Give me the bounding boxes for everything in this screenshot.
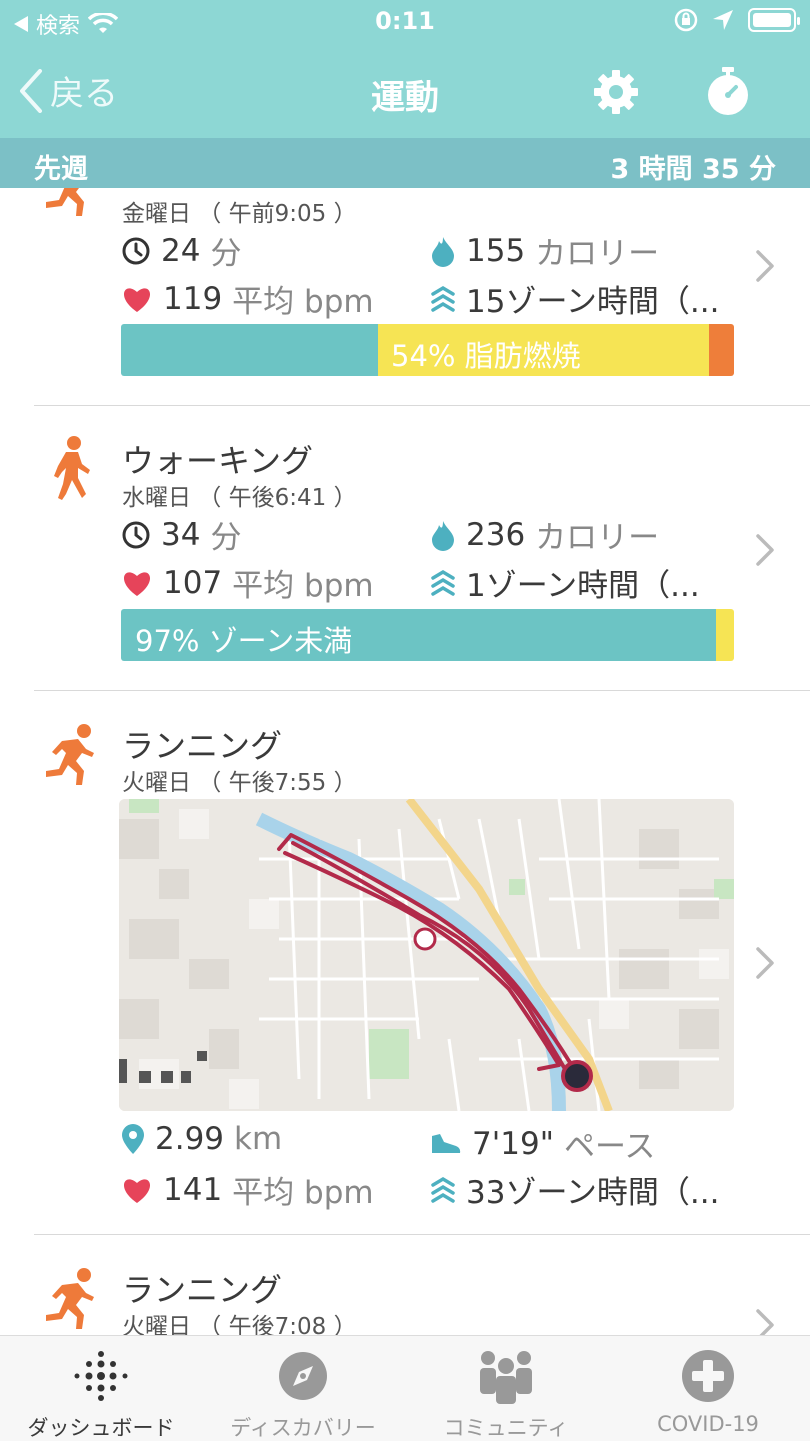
zone-minutes-value: 1ゾーン時間（... <box>466 568 700 604</box>
zone-minutes-stat: 33ゾーン時間（... <box>430 1167 719 1212</box>
plus-icon <box>682 1350 734 1402</box>
walking-icon <box>54 436 90 500</box>
zone-chevrons-icon <box>431 1176 455 1203</box>
heart-rate-value: 141 <box>163 1171 223 1208</box>
week-label: 先週 <box>34 154 88 185</box>
zone-bar-label: 54% 脂肪燃焼 <box>391 339 581 373</box>
chevron-right-icon[interactable] <box>754 945 776 981</box>
dots-icon <box>74 1351 128 1401</box>
pace-stat: 7'19" ペース <box>430 1121 655 1166</box>
nav-bar: 戻る 運動 <box>0 44 810 138</box>
tab-bar: ダッシュボード ディスカバリー コミュニティ COVID-19 <box>0 1335 810 1441</box>
activity-card[interactable]: ウォーキング 水曜日 （ 午後6:41 ） 34 分 236 カロリー 107 … <box>0 406 810 690</box>
activity-card[interactable]: 金曜日 （ 午前9:05 ） 24 分 155 カロリー 119 平均 bpm … <box>0 188 810 406</box>
week-summary-bar: 先週 3 時間 35 分 <box>0 138 810 188</box>
orientation-lock-icon <box>674 8 698 32</box>
activity-name: ウォーキング <box>122 442 314 480</box>
battery-icon <box>748 8 800 32</box>
calories-value: 236 <box>466 516 526 553</box>
flame-icon <box>432 236 454 267</box>
zone-minutes-value: 15ゾーン時間（... <box>466 284 720 320</box>
map-canvas <box>119 799 734 1111</box>
calories-stat: 236 カロリー <box>430 512 659 557</box>
flame-icon <box>432 520 454 551</box>
zone-segment-cardio <box>709 324 734 376</box>
activity-date: 火曜日 （ 午後7:08 ） <box>122 1314 357 1335</box>
tab-label: COVID-19 <box>657 1412 759 1436</box>
calories-unit: カロリー <box>535 520 660 556</box>
distance-unit: km <box>234 1121 283 1157</box>
duration-unit: 分 <box>210 236 242 272</box>
zone-bar-label: 97% ゾーン未満 <box>135 624 353 658</box>
zone-segment-below <box>121 324 379 376</box>
activity-date: 火曜日 （ 午後7:55 ） <box>122 770 357 796</box>
status-bar: 検索 0:11 <box>0 0 810 44</box>
zone-minutes-stat: 1ゾーン時間（... <box>430 560 700 605</box>
zone-minutes-stat: 15ゾーン時間（... <box>430 276 719 321</box>
duration-value: 24 <box>161 232 201 269</box>
heart-rate-unit: 平均 bpm <box>232 568 374 604</box>
clock-icon <box>122 521 150 548</box>
calories-stat: 155 カロリー <box>430 228 659 273</box>
tab-discovery[interactable]: ディスカバリー <box>202 1336 404 1441</box>
activity-date: 金曜日 （ 午前9:05 ） <box>122 201 357 227</box>
tab-label: コミュニティ <box>443 1416 569 1440</box>
duration-unit: 分 <box>210 520 242 556</box>
activity-name: ランニング <box>122 727 283 765</box>
community-icon <box>480 1351 532 1404</box>
stopwatch-icon[interactable] <box>702 66 754 118</box>
zone-minutes-value: 33ゾーン時間（... <box>466 1175 720 1211</box>
week-total: 3 時間 35 分 <box>610 154 776 185</box>
pace-unit: ペース <box>563 1129 656 1165</box>
tab-community[interactable]: コミュニティ <box>405 1336 607 1441</box>
calories-value: 155 <box>466 232 526 269</box>
chevron-right-icon[interactable] <box>754 532 776 568</box>
heart-rate-stat: 119 平均 bpm <box>121 276 374 321</box>
location-pin-icon <box>122 1124 144 1154</box>
heart-icon <box>123 571 151 596</box>
running-icon <box>46 724 94 785</box>
duration-stat: 24 分 <box>121 228 241 273</box>
heart-rate-value: 107 <box>163 564 223 601</box>
zone-chevrons-icon <box>431 285 455 312</box>
zone-segment-fat-burn <box>715 609 734 661</box>
zone-chevrons-icon <box>431 569 455 596</box>
distance-value: 2.99 <box>155 1121 225 1157</box>
duration-stat: 34 分 <box>121 512 241 557</box>
pace-value: 7'19" <box>472 1125 554 1162</box>
route-map[interactable] <box>119 799 734 1111</box>
distance-stat: 2.99 km <box>121 1121 282 1157</box>
heart-rate-unit: 平均 bpm <box>232 284 374 320</box>
heart-rate-unit: 平均 bpm <box>232 1175 374 1211</box>
status-right <box>674 8 800 32</box>
heart-icon <box>123 287 151 312</box>
clock-icon <box>122 237 150 264</box>
calories-unit: カロリー <box>535 236 660 272</box>
tab-label: ディスカバリー <box>230 1416 376 1440</box>
activity-name: ランニング <box>122 1271 283 1309</box>
tab-label: ダッシュボード <box>27 1416 175 1440</box>
running-icon <box>46 188 92 216</box>
heart-rate-stat: 107 平均 bpm <box>121 560 374 605</box>
tab-dashboard[interactable]: ダッシュボード <box>0 1336 202 1441</box>
heart-rate-value: 119 <box>163 280 223 317</box>
activity-card[interactable]: ランニング 火曜日 （ 午後7:08 ） <box>0 1235 810 1335</box>
shoe-icon <box>432 1133 461 1153</box>
chevron-right-icon[interactable] <box>754 1307 776 1335</box>
running-icon <box>46 1268 94 1329</box>
tab-covid[interactable]: COVID-19 <box>607 1336 809 1441</box>
heart-rate-stat: 141 平均 bpm <box>121 1167 374 1212</box>
duration-value: 34 <box>161 516 201 553</box>
activity-date: 水曜日 （ 午後6:41 ） <box>122 485 357 511</box>
gear-icon[interactable] <box>590 66 642 118</box>
chevron-right-icon[interactable] <box>754 248 776 284</box>
page-title: 運動 <box>371 78 439 118</box>
activity-card[interactable]: ランニング 火曜日 （ 午後7:55 ） 2.99 km 7'19" ペース 1… <box>0 691 810 1234</box>
compass-icon <box>279 1352 327 1400</box>
heart-icon <box>123 1178 151 1203</box>
location-arrow-icon <box>713 10 733 30</box>
